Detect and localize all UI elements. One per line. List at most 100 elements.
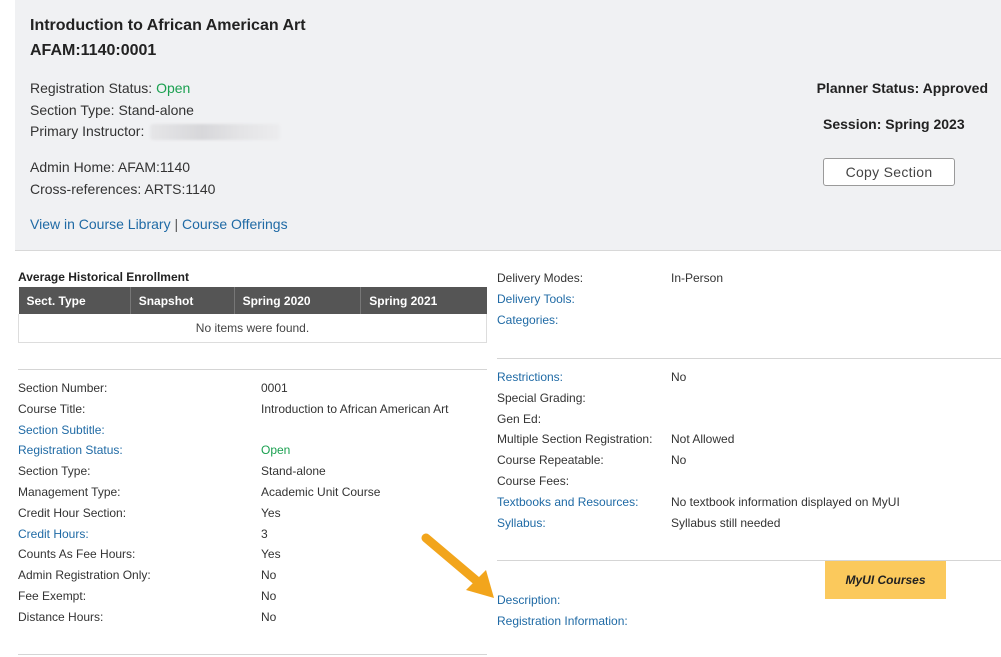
delivery-value: In-Person: [671, 271, 724, 285]
detail-label-link[interactable]: Registration Status:: [18, 440, 261, 461]
column-header[interactable]: Sect. Type: [18, 287, 131, 314]
detail-label: Credit Hour Section:: [18, 505, 127, 520]
detail-row: Counts As Fee Hours: Yes: [18, 544, 448, 565]
info-row: Registration Information:: [497, 611, 671, 632]
detail-row: Course Title: Introduction to African Ame…: [18, 399, 448, 420]
attribute-value: No: [671, 370, 687, 384]
detail-row: Management Type: Academic Unit Course: [18, 482, 448, 503]
detail-value: Yes: [261, 547, 281, 562]
column-header[interactable]: Spring 2020: [234, 287, 362, 314]
detail-value: 0001: [261, 381, 288, 395]
detail-label: Course Title:: [18, 401, 86, 416]
detail-row: Admin Registration Only: No: [18, 565, 448, 586]
attribute-label: Course Repeatable:: [497, 453, 604, 468]
detail-label: Section Type:: [18, 464, 91, 479]
detail-row: Credit Hour Section: Yes: [18, 503, 448, 524]
registration-status-label: Registration Status:: [30, 80, 153, 96]
registration-status-line: Registration Status: Open: [30, 80, 190, 96]
attribute-row: Gen Ed:: [497, 409, 900, 430]
attribute-row: Course Fees:: [497, 471, 900, 492]
detail-row: Credit Hours: 3: [18, 524, 448, 545]
primary-instructor-label: Primary Instructor:: [30, 123, 145, 139]
delivery-label-link[interactable]: Categories:: [497, 310, 671, 331]
attribute-row: Multiple Section Registration: Not Allowe…: [497, 429, 900, 450]
course-code: AFAM:1140:0001: [30, 42, 157, 59]
attribute-label-link[interactable]: Textbooks and Resources:: [497, 492, 671, 513]
info-label-link[interactable]: Description:: [497, 590, 671, 611]
attribute-row: Special Grading:: [497, 388, 900, 409]
attribute-value: Syllabus still needed: [671, 515, 781, 530]
column-header[interactable]: Spring 2021: [360, 287, 487, 314]
registration-status-value: Open: [156, 80, 191, 96]
attribute-label-link[interactable]: Restrictions:: [497, 367, 671, 388]
attribute-label: Gen Ed:: [497, 411, 542, 426]
detail-row: Section Type: Stand-alone: [18, 461, 448, 482]
link-separator: |: [174, 216, 179, 232]
header-links: View in Course Library | Course Offering…: [30, 216, 288, 232]
empty-message: No items were found.: [18, 314, 487, 343]
course-title: Introduction to African American Art: [30, 17, 306, 34]
detail-value: Yes: [261, 505, 281, 520]
delivery-label-link[interactable]: Delivery Tools:: [497, 289, 671, 310]
detail-row: Section Subtitle:: [18, 420, 448, 441]
table-row: No items were found.: [18, 314, 487, 343]
enrollment-header-row: Sect. Type Snapshot Spring 2020 Spring 2…: [18, 287, 487, 314]
detail-label-link[interactable]: Section Subtitle:: [18, 420, 261, 441]
attribute-row: Syllabus: Syllabus still needed: [497, 513, 900, 534]
course-attributes: Restrictions: No Special Grading: Gen Ed: Mu…: [497, 367, 900, 533]
attribute-row: Course Repeatable: No: [497, 450, 900, 471]
divider: [497, 358, 1001, 359]
attribute-label-link[interactable]: Syllabus:: [497, 513, 671, 534]
delivery-details: Delivery Modes: In-Person Delivery Tools: C…: [497, 268, 723, 330]
view-in-course-library-link[interactable]: View in Course Library: [30, 216, 171, 232]
section-header: Introduction to African American Art AFA…: [15, 0, 1001, 251]
detail-label-link[interactable]: Credit Hours:: [18, 524, 261, 545]
detail-label: Admin Registration Only:: [18, 568, 151, 583]
attribute-value: No textbook information displayed on MyU…: [671, 494, 900, 509]
detail-value: 3: [261, 526, 268, 541]
info-row: Description:: [497, 590, 671, 611]
delivery-row: Delivery Modes: In-Person: [497, 268, 723, 289]
session-label: Session: Spring 2023: [823, 116, 965, 132]
section-type-line: Section Type: Stand-alone: [30, 102, 194, 118]
detail-value: Introduction to African American Art: [261, 401, 449, 416]
myui-courses-button[interactable]: MyUI Courses: [825, 561, 946, 599]
attribute-row: Restrictions: No: [497, 367, 900, 388]
detail-value: No: [261, 609, 277, 624]
detail-row: Registration Status: Open: [18, 440, 448, 461]
copy-section-button[interactable]: Copy Section: [823, 158, 955, 186]
delivery-row: Delivery Tools:: [497, 289, 723, 310]
detail-label: Management Type:: [18, 484, 121, 499]
column-header[interactable]: Snapshot: [130, 287, 235, 314]
detail-value: No: [261, 588, 277, 603]
detail-label: Distance Hours:: [18, 609, 104, 624]
detail-row: Distance Hours: No: [18, 607, 448, 628]
attribute-value: No: [671, 453, 687, 468]
detail-value: Open: [261, 443, 291, 458]
planner-status: Planner Status: Approved: [816, 80, 988, 96]
annotation-arrow-icon: [421, 533, 494, 598]
attribute-row: Textbooks and Resources: No textbook info…: [497, 492, 900, 513]
description-links: Description: Registration Information:: [497, 590, 671, 632]
delivery-row: Categories:: [497, 310, 723, 331]
detail-value: Stand-alone: [261, 464, 326, 479]
detail-label: Section Number:: [18, 381, 108, 395]
delivery-label: Delivery Modes:: [497, 271, 584, 285]
enrollment-title: Average Historical Enrollment: [18, 270, 189, 284]
divider: [18, 654, 487, 655]
detail-row: Section Number: 0001: [18, 378, 448, 399]
info-label-link[interactable]: Registration Information:: [497, 611, 671, 632]
enrollment-table: Sect. Type Snapshot Spring 2020 Spring 2…: [18, 287, 487, 343]
detail-label: Counts As Fee Hours:: [18, 547, 136, 562]
course-offerings-link[interactable]: Course Offerings: [182, 216, 288, 232]
admin-home-line: Admin Home: AFAM:1140: [30, 159, 191, 175]
divider: [18, 369, 487, 370]
attribute-label: Special Grading:: [497, 390, 586, 405]
detail-value: Academic Unit Course: [261, 484, 381, 499]
attribute-value: Not Allowed: [671, 432, 735, 447]
primary-instructor-line: Primary Instructor:: [30, 123, 281, 141]
cross-references-line: Cross-references: ARTS:1140: [30, 181, 216, 197]
attribute-label: Multiple Section Registration:: [497, 432, 653, 447]
detail-row: Fee Exempt: No: [18, 586, 448, 607]
instructor-name-redacted: [150, 124, 281, 141]
